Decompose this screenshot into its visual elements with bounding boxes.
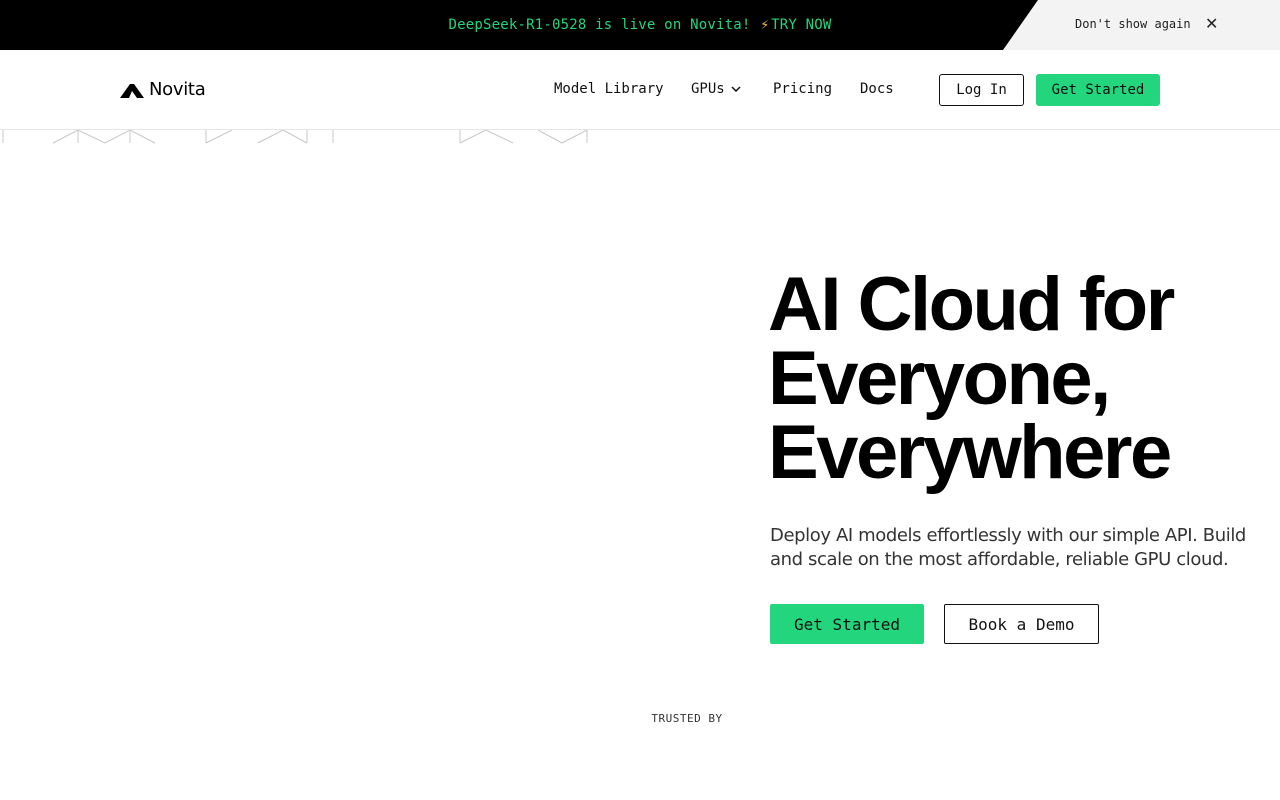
dont-show-again-button[interactable]: Don't show again xyxy=(1075,17,1191,31)
hero-title-line-3: Everywhere xyxy=(768,410,1172,495)
hero-subtitle: Deploy AI models effortlessly with our s… xyxy=(770,525,1246,570)
lightning-icon: ⚡ xyxy=(760,17,770,33)
log-in-button[interactable]: Log In xyxy=(939,74,1024,106)
close-icon[interactable]: ✕ xyxy=(1205,14,1218,33)
nav-pricing[interactable]: Pricing xyxy=(773,81,832,97)
hero-title-line-2: Everyone, xyxy=(768,336,1111,421)
chevron-down-icon xyxy=(731,86,741,92)
nav-model-library[interactable]: Model Library xyxy=(554,81,664,97)
announcement-bar: DeepSeek-R1-0528 is live on Novita! ⚡ TR… xyxy=(0,0,1280,50)
decorative-pattern xyxy=(2,130,588,144)
nav-gpus[interactable]: GPUs xyxy=(691,81,741,97)
try-now-link[interactable]: TRY NOW xyxy=(771,17,831,33)
announcement-message: DeepSeek-R1-0528 is live on Novita! xyxy=(448,17,751,33)
trusted-by-label: TRUSTED BY xyxy=(651,712,723,725)
hero-get-started-button[interactable]: Get Started xyxy=(770,604,924,644)
nav-gpus-label: GPUs xyxy=(691,81,725,97)
nav-docs[interactable]: Docs xyxy=(860,81,894,97)
logo[interactable]: Novita xyxy=(120,79,206,100)
logo-text: Novita xyxy=(149,79,206,100)
site-header: Novita Model Library GPUs Pricing Docs L… xyxy=(0,50,1280,130)
novita-logo-icon xyxy=(120,83,144,98)
book-demo-button[interactable]: Book a Demo xyxy=(944,604,1099,644)
hero-title-line-1: AI Cloud for xyxy=(768,262,1175,347)
header-get-started-button[interactable]: Get Started xyxy=(1036,74,1160,106)
hero-title: AI Cloud for Everyone, Everywhere xyxy=(768,262,1268,495)
